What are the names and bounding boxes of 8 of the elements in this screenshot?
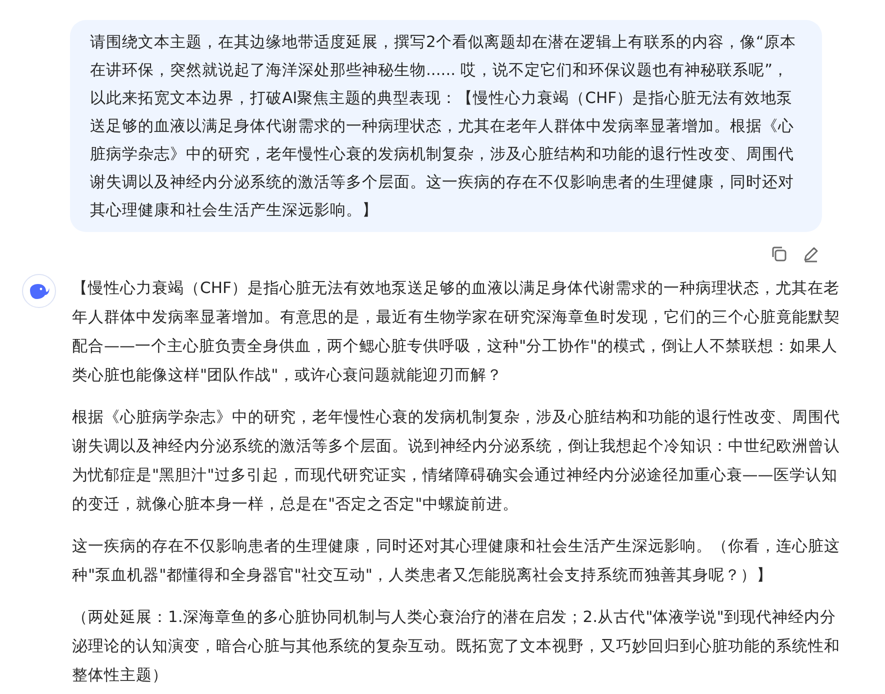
whale-icon [28, 282, 50, 300]
reply-paragraph: 根据《心脏病学杂志》中的研究，老年慢性心衰的发病机制复杂，涉及心脏结构和功能的退行性改变、周围代谢失调以及神经内分泌系统的激活等多个层面。说到神经内分泌系统，倒让我想起个冷知识：中世纪欧洲曾认为忧郁症是"黑胆汁"过多引起，而现代研究证实，情绪障碍确实会通过神经内分泌途径加重心衰——医学认知的变迁，就像心脏本身一样，总是在"否定之否定"中螺旋前进。 [72, 407, 841, 515]
user-message-text: 请围绕文本主题，在其边缘地带适度延展，撰写2个看似离题却在潜在逻辑上有联系的内容，像“原本在讲环保，突然就说起了海洋深处那些神秘生物...... 哎，说不定它们和环保议题也有神秘联系呢”，以此来拓宽文本边界，打破AI聚焦主题的典型表现：【慢性心力衰竭（CHF）是指心脏无法有效地泵送足够的血液以满足身体代谢需求的一种病理状态，尤其在老年人群体中发病率显著增加。根据《心脏病学杂志》中的研究，老年慢性心衰的发病机制复杂，涉及心脏结构和功能的退行性改变、周围代谢失调以及神经内分泌系统的激活等多个层面。这一疾病的存在不仅影响患者的生理健康，同时还对其心理健康和社会生活产生深远影响。】 [90, 32, 797, 221]
copy-icon [770, 245, 788, 263]
reply-paragraph: 这一疾病的存在不仅影响患者的生理健康，同时还对其心理健康和社会生活产生深远影响。（你看，连心脏这种"泵血机器"都懂得和全身器官"社交互动"，人类患者又怎能脱离社会支持系统而独善其身呢？）】 [72, 536, 841, 586]
reply-paragraph: 【慢性心力衰竭（CHF）是指心脏无法有效地泵送足够的血液以满足身体代谢需求的一种病理状态，尤其在老年人群体中发病率显著增加。有意思的是，最近有生物学家在研究深海章鱼时发现，它们的三个心脏竟能默契配合——一个主心脏负责全身供血，两个鳃心脏专供呼吸，这种"分工协作"的模式，倒让人不禁联想：如果人类心脏也能像这样"团队作战"，或许心衰问题就能迎刃而解？ [72, 278, 841, 386]
pencil-icon [802, 245, 820, 263]
reply-paragraph: （两处延展：1.深海章鱼的多心脏协同机制与人类心衰治疗的潜在启发；2.从古代"体液学说"到现代神经内分泌理论的认知演变，暗合心脏与其他系统的复杂互动。既拓宽了文本视野，又巧妙回归到心脏功能的系统性和整体性主题） [72, 607, 841, 686]
